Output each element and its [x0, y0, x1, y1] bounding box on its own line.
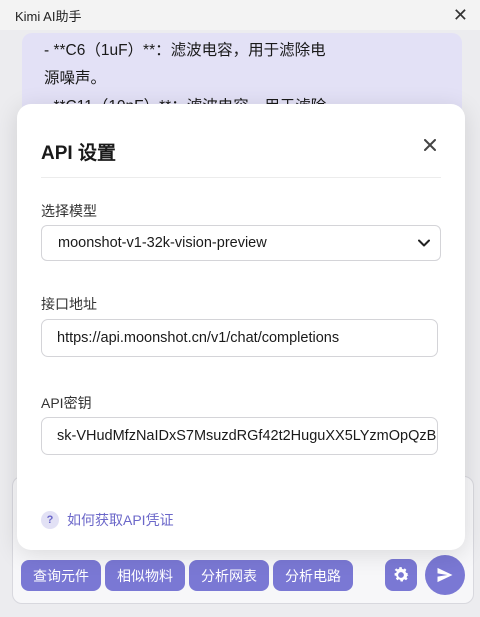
model-label: 选择模型 [41, 203, 97, 219]
api-key-label: API密钥 [41, 395, 92, 411]
model-select-value: moonshot-v1-32k-vision-preview [58, 235, 267, 251]
question-icon: ? [41, 511, 59, 529]
api-key-input[interactable]: sk-VHudMfzNaIDxS7MsuzdRGf42t2HuguXX5LYzm… [41, 417, 438, 455]
quick-action-similar-parts[interactable]: 相似物料 [105, 560, 185, 591]
endpoint-input[interactable]: https://api.moonshot.cn/v1/chat/completi… [41, 319, 438, 357]
settings-button[interactable] [385, 559, 417, 591]
model-select[interactable]: moonshot-v1-32k-vision-preview [41, 225, 441, 261]
send-button[interactable] [425, 555, 465, 595]
api-settings-modal: API 设置 选择模型 moonshot-v1-32k-vision-previ… [17, 104, 465, 550]
chevron-down-icon [418, 239, 430, 247]
message-line: 源噪声。 [44, 70, 107, 87]
modal-divider [41, 177, 441, 178]
endpoint-label: 接口地址 [41, 296, 97, 312]
message-line: - **C6（1uF）**：滤波电容，用于滤除电 [44, 42, 326, 59]
gear-icon [394, 567, 409, 582]
quick-action-analyze-netlist[interactable]: 分析网表 [189, 560, 269, 591]
send-icon [437, 567, 453, 583]
modal-close-button[interactable] [419, 134, 441, 156]
window-title: Kimi AI助手 [15, 8, 82, 24]
close-icon [424, 139, 436, 151]
quick-action-query-component[interactable]: 查询元件 [21, 560, 101, 591]
quick-action-analyze-circuit[interactable]: 分析电路 [273, 560, 353, 591]
title-bar: Kimi AI助手 ✕ [0, 0, 480, 30]
help-link[interactable]: ? 如何获取API凭证 [41, 510, 174, 530]
window-close-icon[interactable]: ✕ [453, 6, 468, 24]
help-link-label: 如何获取API凭证 [67, 512, 174, 528]
modal-title: API 设置 [41, 143, 116, 164]
